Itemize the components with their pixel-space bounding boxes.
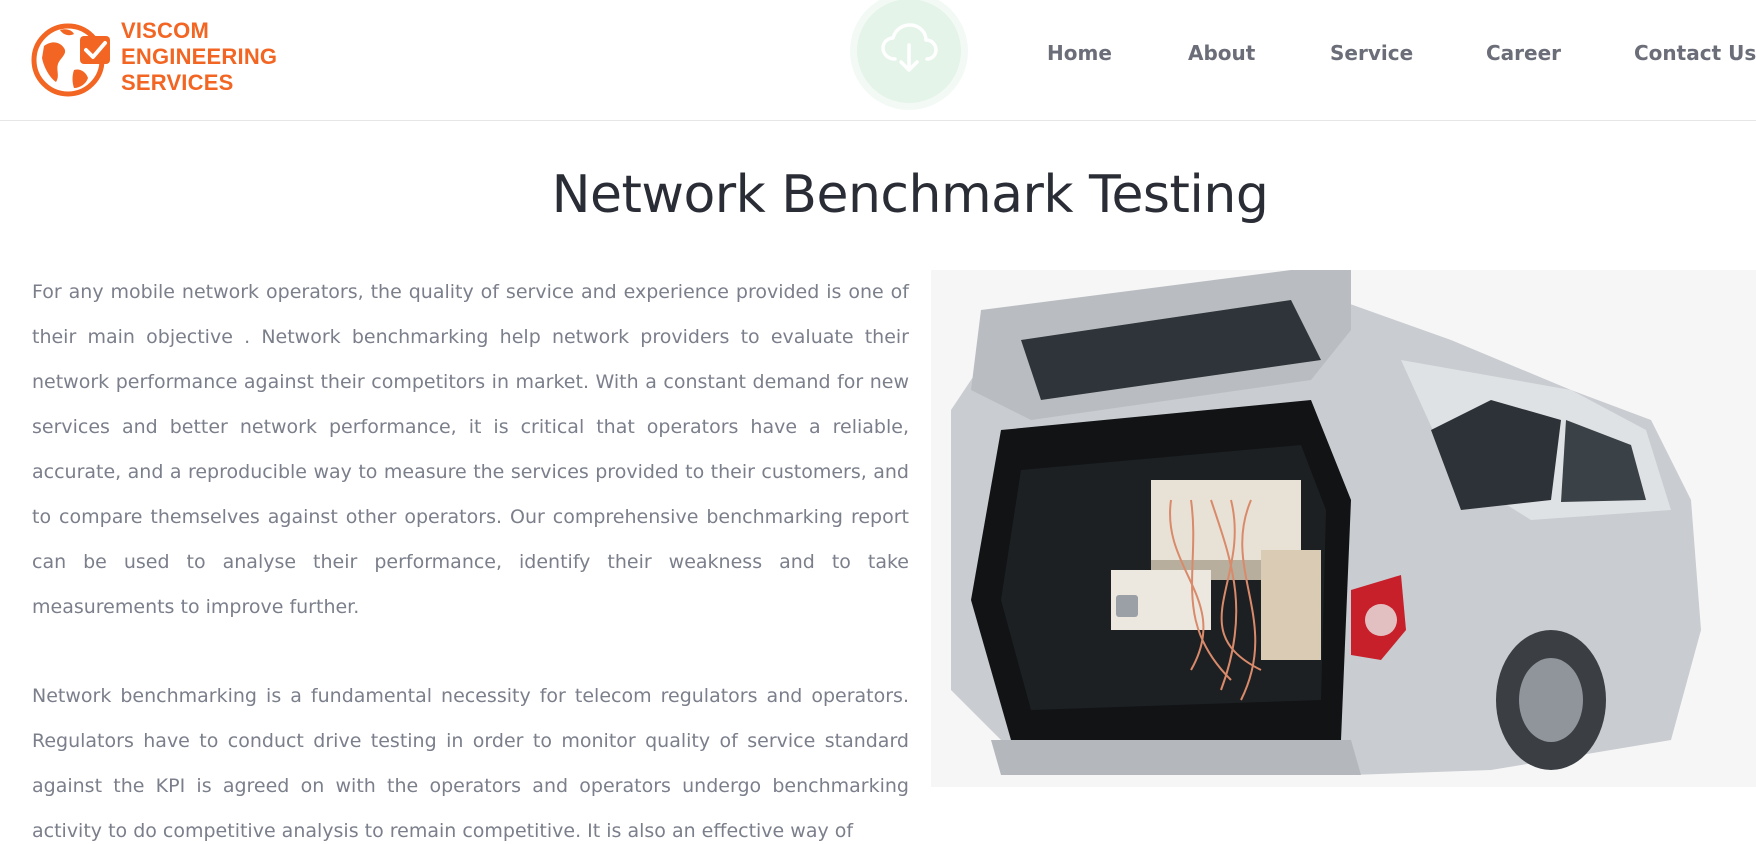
nav-link-about[interactable]: About [1188,40,1255,66]
nav-link-contact-us[interactable]: Contact Us [1634,40,1756,66]
benchmark-car-image [931,270,1756,787]
nav-link-service[interactable]: Service [1330,40,1413,66]
main-nav: Home About Service Career Contact Us [0,40,1756,68]
page-title: Network Benchmark Testing [551,165,1269,225]
brand-line-3: SERVICES [121,70,234,95]
paragraph-regulators: Network benchmarking is a fundamental ne… [32,685,909,842]
paragraph-intro: For any mobile network operators, the qu… [32,281,909,618]
car-with-test-equipment-illustration [931,270,1756,787]
article-body: For any mobile network operators, the qu… [32,270,909,844]
site-header: VISCOM ENGINEERING SERVICES Home About S… [0,0,1756,121]
nav-link-career[interactable]: Career [1486,40,1561,66]
nav-link-home[interactable]: Home [1047,40,1112,66]
